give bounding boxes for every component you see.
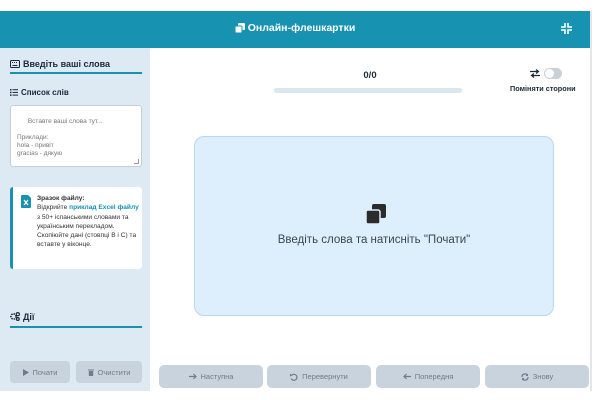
word-list-label: Список слів — [21, 88, 69, 97]
flashcard-text: Введіть слова та натисніть "Почати" — [277, 234, 471, 246]
app-title: Онлайн-флешкартки — [0, 22, 590, 34]
keyboard-icon — [10, 60, 20, 68]
words-textarea[interactable]: Вставте ваші слова тут... Приклади: hola… — [10, 105, 142, 167]
clear-button-label: Очистити — [97, 367, 131, 377]
cogs-icon — [10, 312, 20, 321]
arrow-left-icon — [402, 373, 411, 380]
flip-button[interactable]: Перевернути — [267, 365, 371, 388]
progress-bar — [274, 88, 462, 93]
main-panel: 0/0 Поміняти сторони Введіть слова та на… — [150, 48, 590, 391]
sample-file-link[interactable]: приклад Excel файлу — [69, 204, 139, 211]
word-list-title: Список слів — [10, 88, 69, 97]
words-textarea-placeholder: Вставте ваші слова тут... Приклади: hola… — [17, 118, 103, 157]
toggle-knob — [545, 69, 554, 78]
sync-icon — [521, 372, 529, 381]
sample-file-text: Зразок файлу: Відкрийте приклад Excel фа… — [37, 194, 141, 250]
sample-file-title: Зразок файлу: — [37, 195, 85, 202]
section-divider — [10, 72, 142, 74]
trash-icon — [87, 369, 94, 376]
sample-text-before: Відкрийте — [37, 204, 68, 212]
again-button-label: Знову — [532, 372, 554, 381]
file-excel-icon — [21, 195, 31, 208]
swap-sides-toggle[interactable] — [544, 68, 562, 79]
sample-text-after: з 50+ іспанськими словами та українським… — [37, 213, 137, 249]
start-button-label: Почати — [32, 367, 58, 377]
clear-button[interactable]: Очистити — [76, 361, 142, 383]
card-counter: 0/0 — [363, 70, 377, 81]
words-section-label: Введіть ваші слова — [23, 59, 111, 69]
app-header: Онлайн-флешкартки — [0, 11, 590, 48]
undo-icon — [290, 373, 298, 381]
resize-handle[interactable] — [134, 159, 139, 164]
play-icon — [22, 368, 29, 376]
sample-file-card: Зразок файлу: Відкрийте приклад Excel фа… — [10, 187, 142, 269]
list-icon — [10, 89, 18, 96]
words-section-title: Введіть ваші слова — [10, 59, 110, 69]
flashcard[interactable]: Введіть слова та натисніть "Почати" — [194, 136, 554, 316]
compress-icon[interactable] — [561, 23, 572, 34]
swap-sides-label: Поміняти сторони — [510, 84, 576, 93]
again-button[interactable]: Знову — [485, 365, 589, 388]
flip-button-label: Перевернути — [302, 372, 348, 381]
window-scroll-edge — [590, 11, 592, 391]
app-title-text: Онлайн-флешкартки — [247, 22, 356, 34]
arrow-right-icon — [188, 373, 197, 380]
sidebar: Введіть ваші слова Список слів Вставте в… — [0, 48, 150, 391]
section-divider — [10, 326, 142, 328]
actions-section-title: Дії — [10, 312, 34, 322]
next-button[interactable]: Наступна — [159, 365, 263, 388]
flashcards-app: Онлайн-флешкартки Введіть ваші слова Спи… — [0, 11, 590, 391]
next-button-label: Наступна — [200, 372, 234, 381]
clone-icon — [366, 204, 386, 224]
clone-icon — [234, 23, 245, 33]
previous-button[interactable]: Попередня — [376, 365, 480, 388]
start-button[interactable]: Почати — [10, 361, 70, 383]
previous-button-label: Попередня — [414, 372, 454, 381]
exchange-icon — [530, 69, 540, 78]
actions-section-label: Дії — [23, 312, 35, 322]
